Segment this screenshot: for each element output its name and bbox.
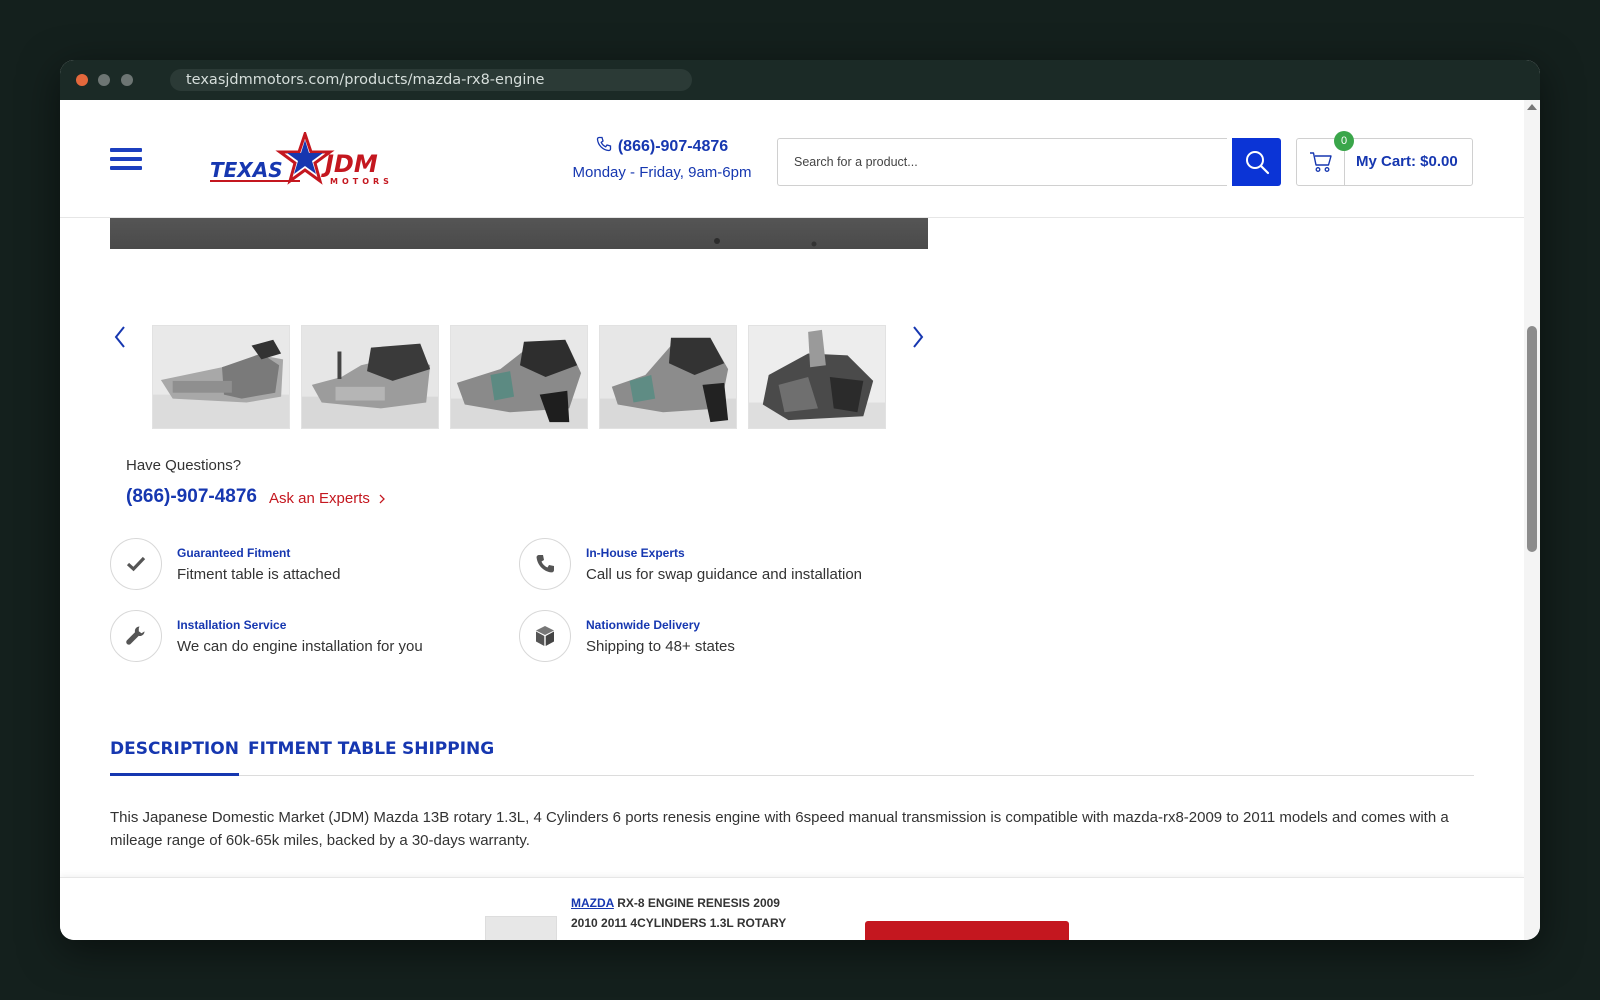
product-thumbnail[interactable] xyxy=(748,325,886,429)
address-bar[interactable]: texasjdmmotors.com/products/mazda-rx8-en… xyxy=(170,69,692,91)
site-header: TEXAS JDM MOTORS (866)-907-4876 Monday -… xyxy=(60,100,1524,218)
product-thumbnail[interactable] xyxy=(450,325,588,429)
scrollbar-thumb[interactable] xyxy=(1527,326,1537,552)
feature-guaranteed-fitment: Guaranteed Fitment Fitment table is atta… xyxy=(110,538,490,590)
questions-heading: Have Questions? xyxy=(126,457,242,474)
chevron-right-icon xyxy=(913,326,924,348)
search-button[interactable] xyxy=(1232,138,1281,186)
cart-count-badge: 0 xyxy=(1334,131,1354,151)
sticky-product-name: RX-8 ENGINE RENESIS 2009 xyxy=(617,896,780,910)
chevron-right-icon xyxy=(379,494,385,503)
tab-description[interactable]: DESCRIPTION xyxy=(110,734,239,776)
ask-experts-link[interactable]: Ask an Experts xyxy=(269,490,385,507)
sticky-product-bar: MAZDA RX-8 ENGINE RENESIS 2009 2010 2011… xyxy=(60,877,1524,940)
chevron-left-icon xyxy=(114,326,125,348)
minimize-window-button[interactable] xyxy=(98,74,110,86)
sticky-product-subtitle: 2010 2011 4CYLINDERS 1.3L ROTARY xyxy=(571,916,787,930)
logo-subtext: MOTORS xyxy=(330,177,390,186)
page-scrollbar[interactable] xyxy=(1524,100,1540,940)
tab-fitment-table[interactable]: FITMENT TABLE xyxy=(248,734,397,776)
search-icon xyxy=(1245,151,1269,175)
header-phone-link[interactable]: (866)-907-4876 xyxy=(618,138,728,156)
thumbnail-prev-button[interactable] xyxy=(110,322,130,352)
close-window-button[interactable] xyxy=(76,74,88,86)
maximize-window-button[interactable] xyxy=(121,74,133,86)
feature-description: Shipping to 48+ states xyxy=(586,638,735,655)
checkmark-icon xyxy=(110,538,162,590)
sticky-product-image xyxy=(485,916,557,940)
feature-title: Installation Service xyxy=(177,618,287,632)
browser-titlebar: texasjdmmotors.com/products/mazda-rx8-en… xyxy=(60,60,1540,100)
feature-title: Nationwide Delivery xyxy=(586,618,701,632)
feature-title: In-House Experts xyxy=(586,546,685,560)
menu-icon[interactable] xyxy=(110,148,142,170)
sticky-product-title: MAZDA RX-8 ENGINE RENESIS 2009 xyxy=(571,896,780,910)
logo-text-right: JDM xyxy=(321,150,378,178)
questions-phone-link[interactable]: (866)-907-4876 xyxy=(126,486,257,508)
page-viewport: TEXAS JDM MOTORS (866)-907-4876 Monday -… xyxy=(60,100,1540,940)
product-description: This Japanese Domestic Market (JDM) Mazd… xyxy=(110,809,1449,849)
cart-button[interactable]: 0 My Cart: $0.00 xyxy=(1296,131,1473,186)
tab-shipping[interactable]: SHIPPING xyxy=(402,734,494,776)
browser-window: texasjdmmotors.com/products/mazda-rx8-en… xyxy=(60,60,1540,940)
feature-in-house-experts: In-House Experts Call us for swap guidan… xyxy=(519,538,899,590)
search-input[interactable]: Search for a product... xyxy=(777,138,1227,186)
product-tabs: DESCRIPTION FITMENT TABLE SHIPPING xyxy=(110,734,1474,776)
feature-installation-service: Installation Service We can do engine in… xyxy=(110,610,490,662)
cart-icon xyxy=(1309,152,1332,172)
box-icon xyxy=(519,610,571,662)
cart-total-label: My Cart: $0.00 xyxy=(1356,153,1458,170)
brand-link[interactable]: MAZDA xyxy=(571,896,614,910)
logo-text-left: TEXAS xyxy=(210,158,283,182)
product-thumbnail[interactable] xyxy=(152,325,290,429)
add-to-cart-button[interactable] xyxy=(865,921,1069,940)
feature-nationwide-delivery: Nationwide Delivery Shipping to 48+ stat… xyxy=(519,610,899,662)
ask-experts-label: Ask an Experts xyxy=(269,490,370,507)
thumbnail-next-button[interactable] xyxy=(908,322,928,352)
phone-icon xyxy=(596,136,612,157)
business-hours: Monday - Friday, 9am-6pm xyxy=(572,164,752,181)
feature-description: Call us for swap guidance and installati… xyxy=(586,566,862,583)
main-product-image[interactable] xyxy=(110,218,928,249)
site-logo[interactable]: TEXAS JDM MOTORS xyxy=(210,129,390,188)
feature-title: Guaranteed Fitment xyxy=(177,546,291,560)
feature-description: Fitment table is attached xyxy=(177,566,341,583)
product-thumbnail[interactable] xyxy=(599,325,737,429)
wrench-icon xyxy=(110,610,162,662)
scroll-up-arrow-icon[interactable] xyxy=(1527,104,1537,110)
phone-icon xyxy=(519,538,571,590)
product-thumbnail[interactable] xyxy=(301,325,439,429)
header-contact: (866)-907-4876 Monday - Friday, 9am-6pm xyxy=(567,136,757,181)
feature-description: We can do engine installation for you xyxy=(177,638,423,655)
